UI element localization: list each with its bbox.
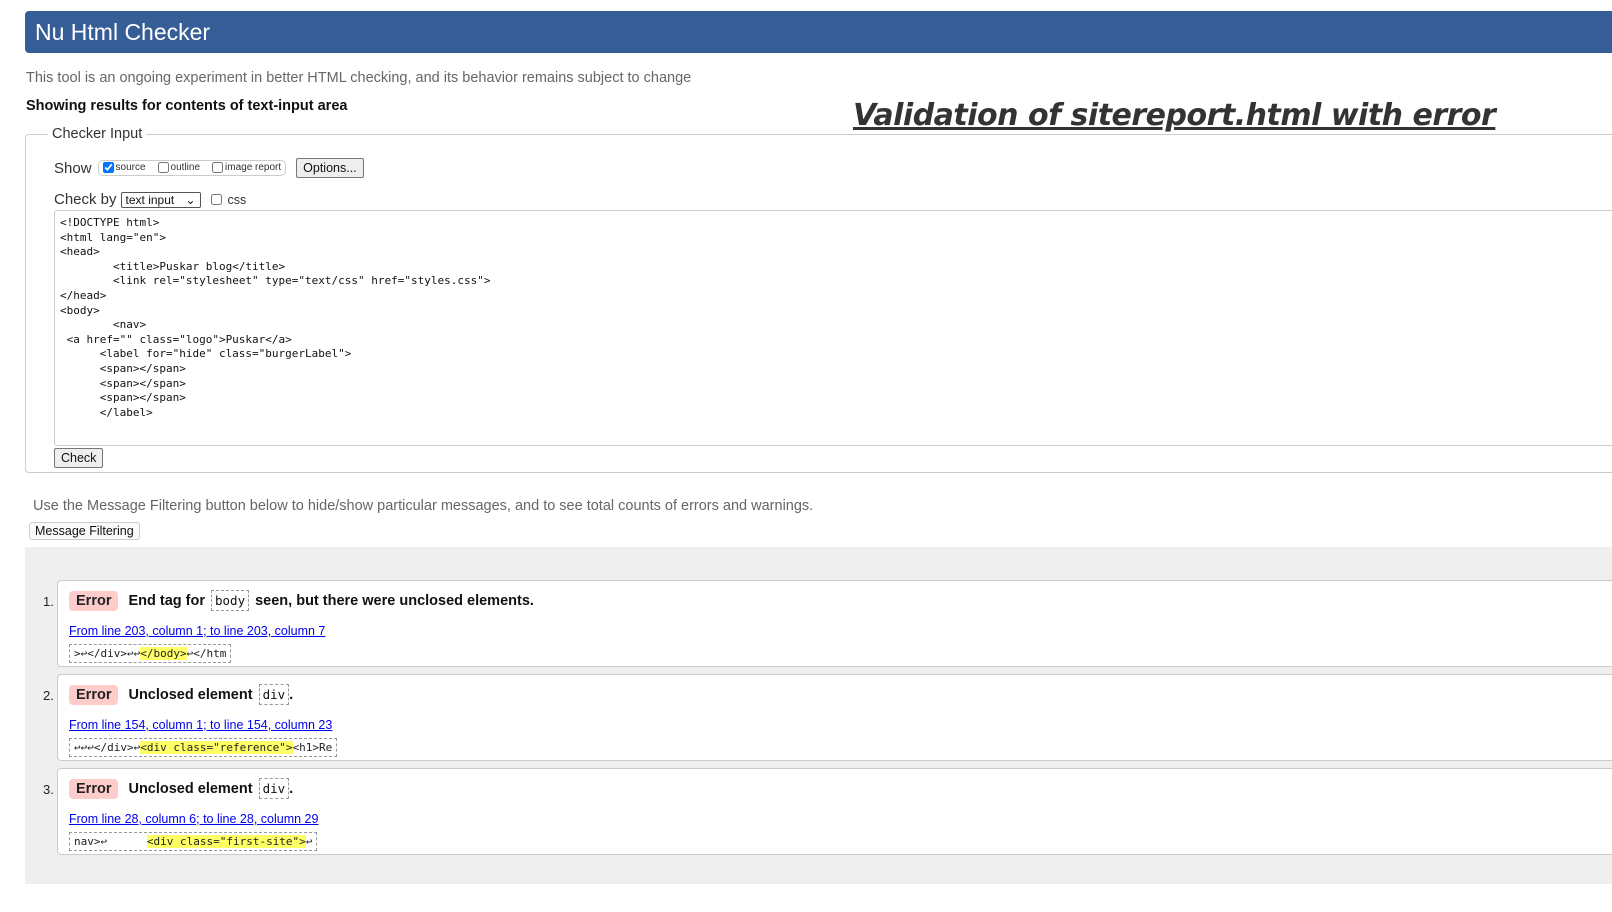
checker-input-legend: Checker Input [52, 126, 143, 142]
show-source-option[interactable]: source [102, 162, 146, 174]
location-link[interactable]: From line 203, column 1; to line 203, co… [69, 624, 325, 638]
check-by-select[interactable]: text input ⌄ [120, 191, 201, 208]
show-options: source outline image report [97, 160, 287, 176]
message-item: 1. Error End tag for body seen, but there w… [43, 580, 1612, 667]
image-report-checkbox[interactable] [212, 162, 224, 174]
location-link[interactable]: From line 28, column 6; to line 28, colu… [69, 812, 318, 826]
check-by-label: Check by [54, 191, 117, 208]
outline-checkbox[interactable] [157, 162, 169, 174]
chevron-down-icon: ⌄ [185, 192, 196, 207]
element-code: div [258, 778, 290, 799]
location-link[interactable]: From line 154, column 1; to line 154, co… [69, 718, 332, 732]
element-code: body [211, 590, 250, 611]
filter-note: Use the Message Filtering button below t… [33, 498, 814, 514]
error-badge: Error [69, 590, 119, 611]
extract: nav>↩ <div class="first-site">↩ [69, 832, 318, 851]
show-outline-option[interactable]: outline [157, 162, 200, 174]
intro-text: This tool is an ongoing experiment in be… [26, 70, 692, 86]
message-filtering-button[interactable]: Message Filtering [29, 522, 140, 540]
error-badge: Error [69, 778, 119, 799]
source-textarea[interactable]: <!DOCTYPE html> <html lang="en"> <head> … [54, 210, 1612, 446]
check-button[interactable]: Check [54, 448, 104, 468]
element-code: div [258, 684, 290, 705]
options-button[interactable]: Options... [296, 158, 364, 178]
results-heading: Showing results for contents of text-inp… [26, 98, 348, 114]
results-panel: 1. Error End tag for body seen, but there w… [25, 547, 1612, 884]
show-label: Show [54, 159, 92, 177]
extract: >↩</div>↩↩</body>↩</htm [69, 644, 232, 663]
show-image-report-option[interactable]: image report [212, 162, 281, 174]
extract: ↩↩↩</div>↩<div class="reference"><h1>Re [69, 738, 338, 757]
error-badge: Error [69, 684, 119, 705]
css-checkbox[interactable] [210, 194, 222, 205]
message-item: 3. Error Unclosed element div. From line 2… [43, 768, 1612, 855]
message-item: 2. Error Unclosed element div. From line 1… [43, 674, 1612, 761]
source-checkbox[interactable] [102, 162, 114, 174]
css-label: css [227, 192, 247, 207]
app-header: Nu Html Checker [25, 11, 1612, 53]
